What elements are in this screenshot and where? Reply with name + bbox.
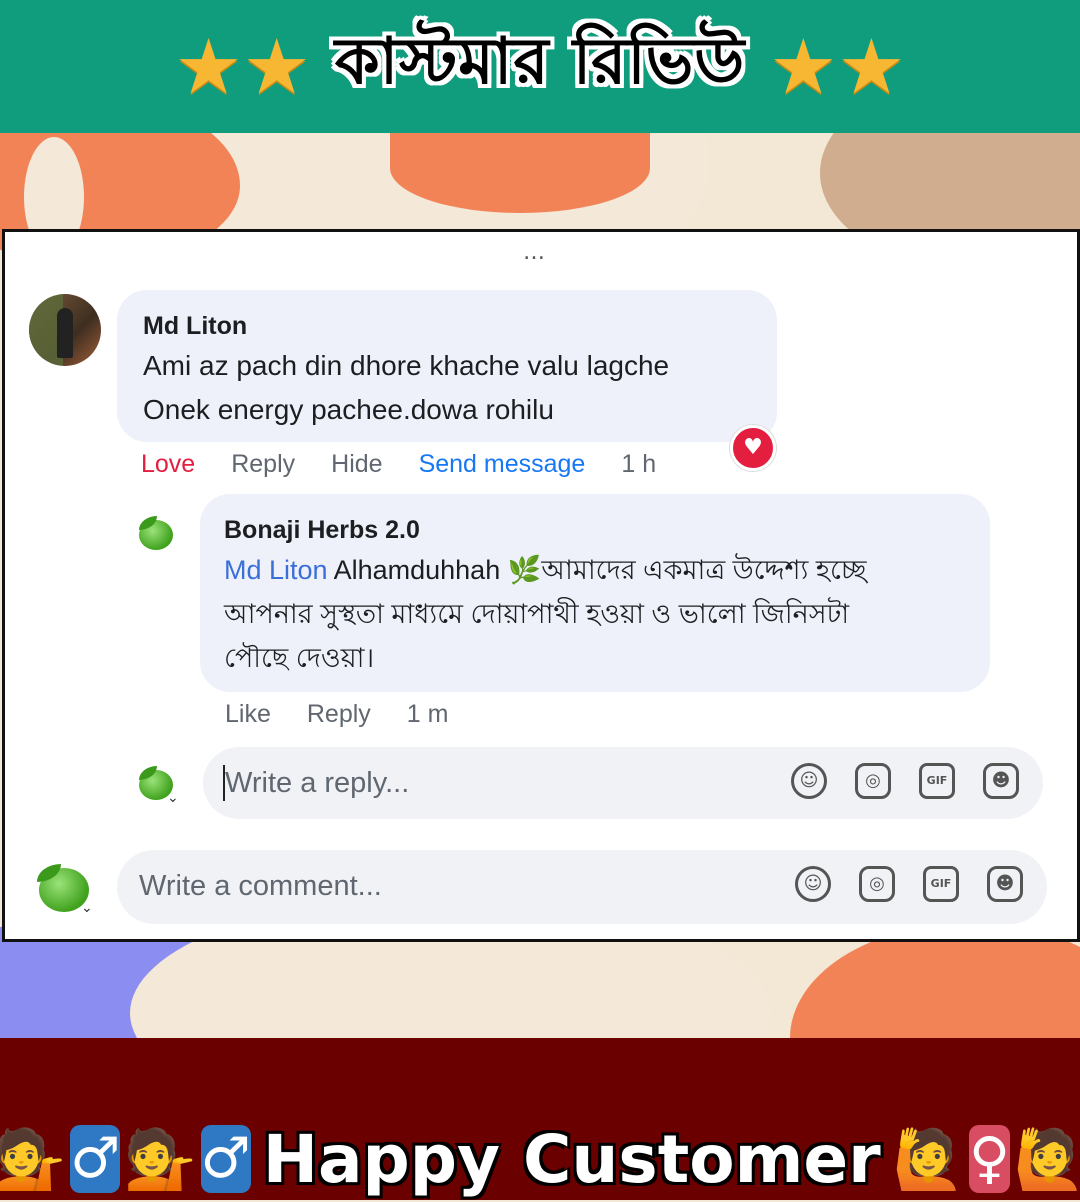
reply-input[interactable]: Write a reply... ☺ ◎ GIF ☻ <box>203 747 1043 819</box>
reply-text-bengali-1: আমাদের একমাত্র উদ্দেশ্য হচ্ছে <box>541 555 867 585</box>
emoji-icon[interactable]: ☺ <box>791 763 827 799</box>
gif-icon[interactable]: GIF <box>919 763 955 799</box>
reply-placeholder: Write a reply... <box>225 767 410 799</box>
star-icons-right: ★★ <box>769 21 906 111</box>
comment-text-line-2: Onek energy pachee.dowa rohilu <box>143 394 554 425</box>
chevron-down-icon[interactable]: ⌄ <box>81 900 93 916</box>
page-logo-avatar[interactable] <box>133 510 179 556</box>
person-raising-hand-icon: 🙋 <box>892 1125 965 1193</box>
reply-text-line-1: Md Liton Alhamduhhah 🌿আমাদের একমাত্র উদ্… <box>224 548 866 592</box>
header-banner: ★★ কাস্টমার রিভিউ ★★ <box>0 0 1080 133</box>
reply-input-icons: ☺ ◎ GIF ☻ <box>791 763 1019 799</box>
comment-actions: Love Reply Hide Send message 1 h <box>141 450 656 479</box>
comment-screenshot-card: … Md Liton Ami az pach din dhore khache … <box>2 229 1080 942</box>
comment-bubble: Md Liton Ami az pach din dhore khache va… <box>117 290 777 442</box>
mention-link[interactable]: Md Liton <box>224 555 328 585</box>
person-tipping-hand-icon: 💁 <box>0 1125 67 1193</box>
comment-text-line-1: Ami az pach din dhore khache valu lagche <box>143 350 670 381</box>
send-message-button[interactable]: Send message <box>419 450 586 479</box>
more-options-icon[interactable]: … <box>523 240 547 265</box>
reply-bubble: Bonaji Herbs 2.0 Md Liton Alhamduhhah 🌿আ… <box>200 494 990 692</box>
hide-button[interactable]: Hide <box>331 450 382 479</box>
reply-button-2[interactable]: Reply <box>307 700 371 729</box>
reply-author[interactable]: Bonaji Herbs 2.0 <box>224 516 420 545</box>
reply-button[interactable]: Reply <box>231 450 295 479</box>
comment-input[interactable]: Write a comment... ☺ ◎ GIF ☻ <box>117 850 1047 924</box>
footer-title: Happy Customer <box>262 1120 881 1198</box>
reply-timestamp[interactable]: 1 m <box>407 700 449 729</box>
reply-as-avatar[interactable]: ⌄ <box>133 760 181 808</box>
chevron-down-icon[interactable]: ⌄ <box>167 790 179 806</box>
reply-text-greeting: Alhamduhhah <box>333 555 501 585</box>
emoji-icon[interactable]: ☺ <box>795 866 831 902</box>
camera-icon[interactable]: ◎ <box>859 866 895 902</box>
comment-placeholder: Write a comment... <box>139 870 382 902</box>
person-tipping-hand-icon: 💁 <box>124 1125 197 1193</box>
page-title: কাস্টমার রিভিউ <box>334 25 746 99</box>
comment-timestamp[interactable]: 1 h <box>621 450 656 479</box>
comment-author[interactable]: Md Liton <box>143 312 247 341</box>
comment-as-avatar[interactable]: ⌄ <box>29 854 99 924</box>
reply-text-line-2: আপনার সুস্থতা মাধ্যমে দোয়াপাথী হওয়া ও … <box>224 599 850 629</box>
female-sign-icon: ♀ <box>968 1125 1010 1193</box>
gif-icon[interactable]: GIF <box>923 866 959 902</box>
male-sign-icon: ♂ <box>70 1125 121 1193</box>
camera-icon[interactable]: ◎ <box>855 763 891 799</box>
sticker-icon[interactable]: ☻ <box>983 763 1019 799</box>
love-button[interactable]: Love <box>141 450 195 479</box>
male-sign-icon: ♂ <box>200 1125 251 1193</box>
sticker-icon[interactable]: ☻ <box>987 866 1023 902</box>
heart-icon: ♥ <box>730 425 776 471</box>
person-raising-hand-icon: 🙋 <box>1013 1125 1080 1193</box>
footer-banner: 💁 ♂ 💁 ♂ Happy Customer 🙋 ♀ 🙋 <box>0 1038 1080 1200</box>
avatar[interactable] <box>29 294 101 366</box>
like-button[interactable]: Like <box>225 700 271 729</box>
comment-input-icons: ☺ ◎ GIF ☻ <box>795 866 1023 902</box>
leaf-icon: 🌿 <box>507 555 542 585</box>
reply-text-line-3: পৌছে দেওয়া। <box>224 643 375 673</box>
star-icons-left: ★★ <box>174 21 311 111</box>
reply-actions: Like Reply 1 m <box>225 700 448 729</box>
